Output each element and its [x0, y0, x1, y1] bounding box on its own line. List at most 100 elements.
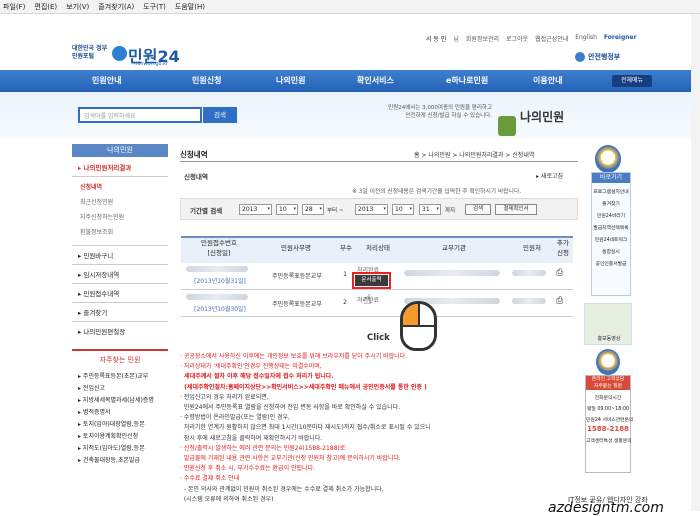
quick-menu: 바로가기 프로그램설치안내 즐겨찾기 민원24바라기 발급지역선택목록 민원24… [591, 172, 631, 296]
hand-cursor-icon: ☝ [363, 292, 372, 308]
menu-favorites[interactable]: 즐겨찾기(A) [98, 2, 134, 12]
favorite-item[interactable]: ▸ 주민등록표등본(초본)교부 [72, 370, 168, 382]
favorite-item[interactable]: ▸ 토지(임야)대장열람,등본 [72, 418, 168, 430]
section-subtitle: 신청내역 [184, 173, 208, 181]
receipt-number-redacted [186, 266, 248, 272]
lnb-sub-item[interactable]: 최근신청민원 [80, 197, 168, 206]
payment-receipt-button[interactable]: 결제확인서 [495, 204, 537, 215]
filter-label: 기간별 검색 [190, 207, 223, 215]
lnb-sub-item[interactable]: 신청내역 [80, 182, 168, 191]
receipt-number-redacted [186, 294, 248, 300]
favorite-item[interactable]: ▸ 건축물대장등,초본발급 [72, 454, 168, 466]
quick-item[interactable]: 민원24바라기 [592, 212, 630, 219]
notice-list: · 공공장소에서 사용하신 이후에는 개인정보 보호를 위해 브라우저를 닫아 … [180, 352, 580, 505]
notice-line: · 전입신고의 경우 처리가 완료되면, [180, 393, 269, 401]
logo-url: minwon.go.kr [134, 61, 169, 67]
notice-line: · 수수료 결제 취소 안내 [180, 475, 240, 483]
filter-search-button[interactable]: 검색 [465, 204, 491, 215]
site-logo[interactable]: 대한민국 정부민원포털 민원24 minwon.go.kr [72, 42, 192, 70]
quick-item[interactable]: 통합실시 [592, 248, 630, 255]
menu-help[interactable]: 도움말(H) [175, 2, 205, 12]
link-english[interactable]: English [575, 34, 597, 43]
mouse-click-icon [400, 301, 437, 351]
link-member-info[interactable]: 회원정보관리 [466, 34, 499, 43]
handler-redacted [512, 270, 546, 276]
col-header-status: 처리상태 [366, 244, 390, 252]
day-to-select[interactable]: 31 [419, 204, 441, 215]
lnb-menu-item[interactable]: ▸ 민원바구니 [72, 245, 168, 264]
mascot-icon [596, 349, 620, 375]
lnb-sub-item[interactable]: 자주신청하는민원 [80, 212, 168, 221]
col-header-issuer: 교부기관 [442, 244, 466, 252]
row-count: 2 [343, 299, 347, 306]
year-from-select[interactable]: 2013 [239, 204, 272, 215]
search-button[interactable]: 검색 [203, 107, 237, 123]
logo-mark-icon [112, 46, 127, 61]
notice-line: (시스템 오류에 의하여 취소된 경우) [180, 495, 274, 503]
link-foreigner[interactable]: Foreigner [604, 34, 637, 43]
lnb-selected[interactable]: ▸ 나의민원처리결과 [72, 157, 168, 177]
year-to-select[interactable]: 2013 [355, 204, 388, 215]
quick-item[interactable]: 프로그램설치안내 [592, 188, 630, 195]
row-service: 주민등록표등본교부 [272, 301, 322, 308]
lnb-sub-item[interactable]: 환불정보조회 [80, 227, 168, 236]
lnb-menu-item[interactable]: ▸ 즐겨찾기 [72, 302, 168, 321]
link-accessibility[interactable]: 웹접근성안내 [535, 34, 568, 43]
gnb-item-apply[interactable]: 민원신청 [192, 75, 221, 86]
online-help-link[interactable]: 온라인 고객상담 자주묻는 질문 [586, 376, 630, 390]
day-from-select[interactable]: 28 [302, 204, 324, 215]
favorite-item[interactable]: ▸ 토지이용계획확인신청 [72, 430, 168, 442]
col-header-receipt: 민원접수번호 [신청일] [201, 239, 237, 257]
call-hours-label: 전화문의시간 [594, 396, 622, 401]
quick-item[interactable]: 즐겨찾기 [592, 200, 630, 207]
gnb-item-guide[interactable]: 민원안내 [92, 75, 121, 86]
user-name: 서 동 민 [426, 36, 447, 43]
gnb-item-my[interactable]: 나의민원 [276, 75, 305, 86]
quick-item[interactable]: 공인인증서발급 [592, 260, 630, 267]
search-period-note: ※ 3일 이전의 신청내용은 검색기간을 입력한 후 확인하시기 바랍니다. [352, 189, 522, 195]
menu-bar: 파일(F) 편집(E) 보기(V) 즐겨찾기(A) 도구(T) 도움말(H) [0, 0, 700, 14]
lnb-menu-item[interactable]: ▸ 민원접수내역 [72, 283, 168, 302]
extra-apply-icon[interactable]: ⎙ [556, 268, 563, 278]
favorite-item[interactable]: ▸ 병적증명서 [72, 406, 168, 418]
notice-line: 처리기한 연계가 원활하지 않으면 최대 1시간(10분마다 재시도)까지 접수… [180, 424, 431, 432]
notice-line: 발급물에 기재된 내용 관련 사항은 교부기관(신청 민원처 참고)에 문의하시… [180, 455, 401, 463]
vertical-scrollbar[interactable] [691, 14, 700, 511]
lnb-menu-item[interactable]: ▸ 임시저장내역 [72, 264, 168, 283]
month-from-select[interactable]: 10 [276, 204, 298, 215]
menu-file[interactable]: 파일(F) [3, 2, 25, 12]
row-service: 주민등록표등본교부 [272, 273, 322, 280]
refresh-link[interactable]: ▸ 새로고침 [536, 171, 563, 180]
from-label: 부터 ~ [327, 208, 344, 214]
month-to-select[interactable]: 10 [392, 204, 414, 215]
gnb-item-usage[interactable]: 이용안내 [533, 75, 562, 86]
notice-line: · 처리상태가 '세대주확인'인경우 진행상태는 미결수이며, [180, 363, 322, 371]
menu-edit[interactable]: 편집(E) [34, 2, 57, 12]
favorite-item[interactable]: ▸ 지적도(임야도)열람,등본 [72, 442, 168, 454]
lnb-menu-item[interactable]: ▸ 나의민원편철장 [72, 321, 168, 340]
menu-view[interactable]: 보기(V) [66, 2, 89, 12]
print-document-button[interactable]: 문서출력 [352, 272, 391, 289]
breadcrumb: 홈 > 나의민원 > 나의민원처리결과 > 신청내역 [414, 152, 535, 159]
extra-apply-icon[interactable]: ⎙ [556, 296, 563, 306]
quick-item[interactable]: 민원24네트워크 [592, 236, 630, 243]
gnb-item-verify[interactable]: 확인서비스 [357, 75, 394, 86]
row-date[interactable]: [2013년10월30일] [185, 304, 255, 313]
ministry-logo[interactable]: 안전행정부 [575, 52, 620, 62]
favorite-item[interactable]: ▸ 지방세세목별과세(납세)증명 [72, 394, 168, 406]
favorite-item[interactable]: ▸ 전입신고 [72, 382, 168, 394]
quick-item[interactable]: 발급지역선택목록 [592, 224, 630, 231]
notice-line: · 민원신청 후 취소 시, 부가수수료는 환급이 안됩니다. [180, 465, 315, 473]
search-input[interactable]: 검색어를 입력하세요 [78, 107, 202, 123]
row-count: 1 [343, 271, 347, 278]
row-status: 처리완료 [357, 267, 380, 274]
ministry-emblem-icon [575, 52, 585, 62]
row-date[interactable]: [2013년10월31일] [185, 276, 255, 285]
favorite-services: 자주찾는 민원 ▸ 주민등록표등본(초본)교부 ▸ 전입신고 ▸ 지방세세목별과… [72, 349, 168, 466]
mascot-icon [595, 145, 621, 173]
link-logout[interactable]: 로그아웃 [506, 34, 528, 43]
gnb-item-ehanaro[interactable]: e하나로민원 [446, 75, 488, 86]
all-menu-button[interactable]: 전체메뉴 [612, 75, 652, 87]
menu-tools[interactable]: 도구(T) [143, 2, 166, 12]
promo-video[interactable]: 홍보동영상 [584, 303, 632, 345]
